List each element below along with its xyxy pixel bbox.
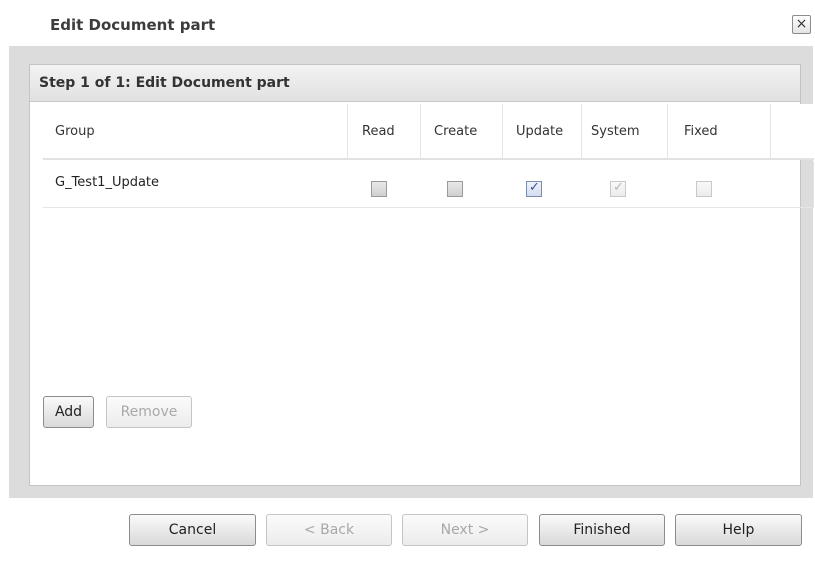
row-divider [813, 161, 814, 208]
column-header-create[interactable]: Create [421, 104, 503, 160]
next-button: Next > [402, 514, 528, 546]
update-checkbox[interactable] [526, 180, 542, 197]
column-header-update[interactable]: Update [503, 104, 582, 160]
finished-button[interactable]: Finished [539, 514, 665, 546]
edit-document-part-dialog: Edit Document part × Step 1 of 1: Edit D… [0, 0, 815, 569]
back-button: < Back [266, 514, 392, 546]
add-button[interactable]: Add [43, 396, 94, 428]
column-label-system: System [591, 124, 640, 139]
step-title: Step 1 of 1: Edit Document part [39, 75, 290, 91]
column-header-fixed[interactable]: Fixed [668, 104, 771, 160]
group-name-cell: G_Test1_Update [55, 175, 160, 190]
help-button[interactable]: Help [675, 514, 802, 546]
column-label-read: Read [362, 124, 395, 139]
permissions-grid: Group Read Create Update System Fixed G_… [43, 104, 814, 208]
dialog-title: Edit Document part [50, 16, 216, 34]
column-label-update: Update [516, 124, 564, 139]
table-row[interactable]: G_Test1_Update [43, 161, 814, 208]
dialog-footer: Cancel < Back Next > Finished Help [0, 498, 815, 569]
column-label-create: Create [434, 124, 478, 139]
step-header: Step 1 of 1: Edit Document part [30, 65, 800, 102]
create-checkbox[interactable] [447, 181, 463, 197]
dialog-titlebar: Edit Document part × [0, 0, 815, 50]
read-checkbox[interactable] [371, 181, 387, 197]
column-label-group: Group [55, 124, 95, 139]
system-checkbox [610, 180, 626, 197]
column-header-group[interactable]: Group [43, 104, 348, 160]
cancel-button[interactable]: Cancel [129, 514, 256, 546]
column-label-fixed: Fixed [684, 124, 718, 139]
column-header-system[interactable]: System [582, 104, 668, 160]
grid-header: Group Read Create Update System Fixed [43, 104, 814, 160]
close-icon[interactable]: × [792, 15, 811, 34]
fixed-checkbox [696, 181, 712, 197]
column-header-read[interactable]: Read [348, 104, 421, 160]
step-panel: Step 1 of 1: Edit Document part Group Re… [29, 64, 814, 486]
remove-button: Remove [106, 396, 192, 428]
